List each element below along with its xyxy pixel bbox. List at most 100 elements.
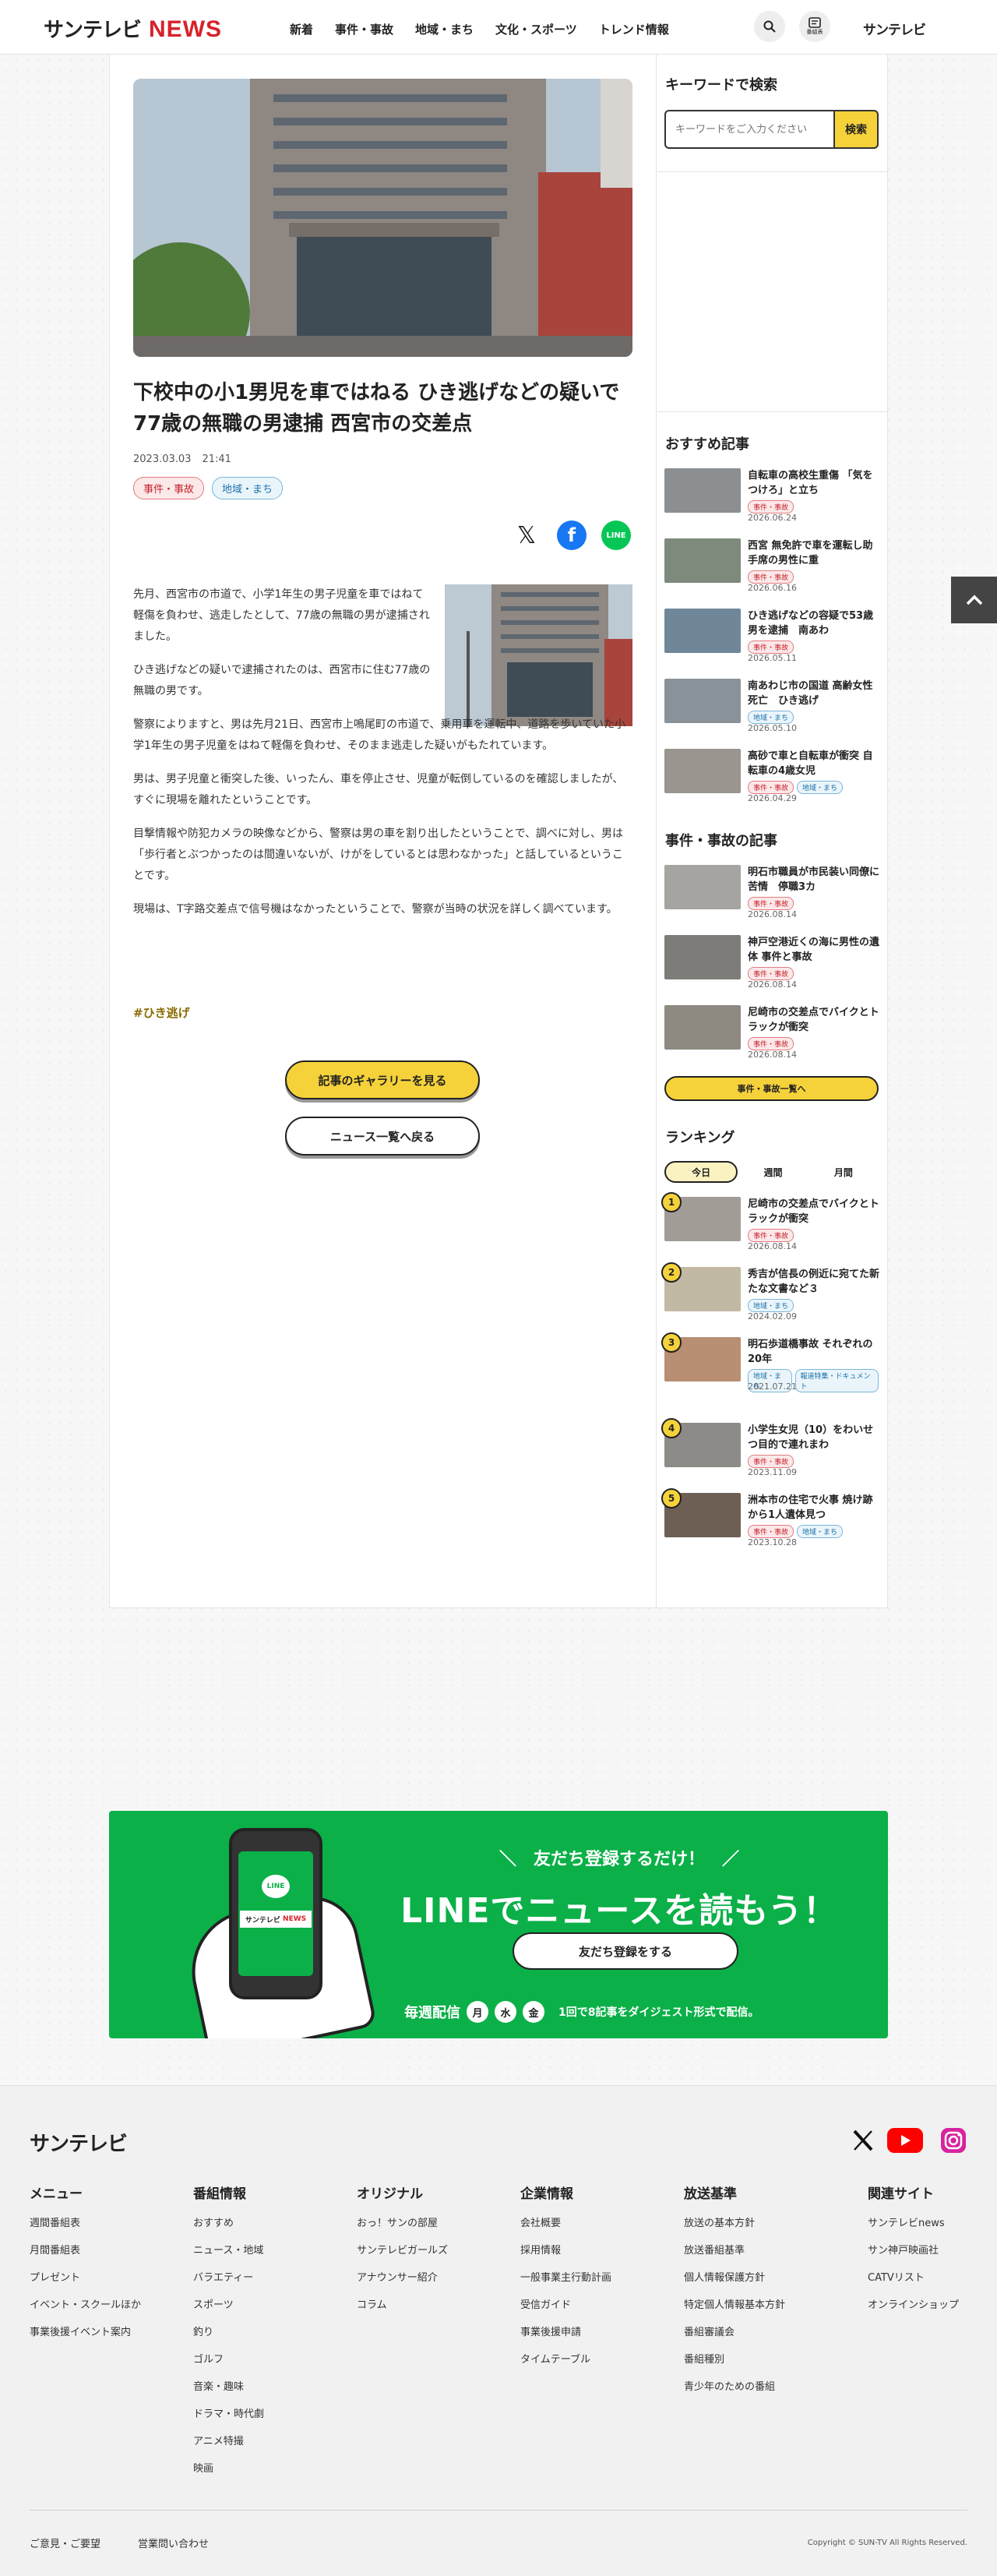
footer-link[interactable]: スポーツ <box>193 2296 349 2314</box>
footer-link[interactable]: おすすめ <box>193 2214 349 2232</box>
footer-link[interactable]: 一般事業主行動計画 <box>520 2269 676 2287</box>
footer-link[interactable]: サン神戸映画社 <box>868 2242 985 2260</box>
item-title: 秀吉が信長の例近に宛てた新たな文書など３ <box>748 1269 880 1295</box>
footer-link[interactable]: 映画 <box>193 2460 349 2478</box>
item-tag: 地域・まち <box>797 1525 844 1538</box>
recommended-item[interactable]: 自転車の高校生重傷 「気をつけろ」と立ち 事件・事故 2026.06.24 <box>664 468 879 531</box>
footer-link[interactable]: プレゼント <box>30 2269 185 2287</box>
share-x-button[interactable]: 𝕏 <box>512 520 541 550</box>
gallery-button[interactable]: 記事のギャラリーを見る <box>285 1060 480 1099</box>
tag-crime[interactable]: 事件・事故 <box>133 477 205 499</box>
tab-weekly[interactable]: 週間 <box>738 1161 808 1183</box>
footer-link[interactable]: ドラマ・時代劇 <box>193 2405 349 2423</box>
footer-column-programs: 番組情報 おすすめ ニュース・地域 バラエティー スポーツ 釣り ゴルフ 音楽・… <box>193 2183 349 2487</box>
item-tag: 事件・事故 <box>748 781 794 794</box>
ranking-item[interactable]: 3 明石歩道橋事故 それぞれの20年 地域・まち 報道特集・ドキュメント 2021… <box>661 1332 879 1399</box>
scroll-to-top-button[interactable] <box>951 577 997 623</box>
ranking-item[interactable]: 5 洲本市の住宅で火事 焼け跡から1人遺体見つ 事件・事故 地域・まち 2023.… <box>661 1488 879 1555</box>
footer-link[interactable]: 放送番組基準 <box>684 2242 840 2260</box>
recommended-item[interactable]: 高砂で車と自転車が衝突 自転車の4歳女児 事件・事故 地域・まち 2026.04.… <box>664 749 879 811</box>
footer-instagram-link[interactable] <box>939 2126 967 2154</box>
footer-link[interactable]: サンテレビnews <box>868 2214 985 2232</box>
footer-link[interactable]: ニュース・地域 <box>193 2242 349 2260</box>
footer-column-original: オリジナル おっ！サンの部屋 サンテレビガールズ アナウンサー紹介 コラム <box>357 2183 513 2324</box>
crime-item[interactable]: 神戸空港近くの海に男性の遺体 事件と事故 事件・事故 2026.08.14 <box>664 935 879 997</box>
column-divider <box>656 55 657 1608</box>
footer-link[interactable]: 釣り <box>193 2324 349 2341</box>
nav-crime[interactable]: 事件・事故 <box>335 21 393 37</box>
crime-item[interactable]: 尼崎市の交差点でバイクとトラックが衝突 事件・事故 2026.08.14 <box>664 1005 879 1067</box>
footer-link[interactable]: アナウンサー紹介 <box>357 2269 513 2287</box>
footer-link[interactable]: 受信ガイド <box>520 2296 676 2314</box>
footer-link[interactable]: 放送の基本方針 <box>684 2214 840 2232</box>
recommended-item[interactable]: 南あわじ市の国道 高齢女性死亡 ひき逃げ 地域・まち 2026.05.10 <box>664 679 879 741</box>
hashtag-link[interactable]: #ひき逃げ <box>133 1004 190 1021</box>
footer-link[interactable]: 週間番組表 <box>30 2214 185 2232</box>
footer-logo[interactable]: サンテレビ <box>30 2128 128 2157</box>
footer-link[interactable]: 会社概要 <box>520 2214 676 2232</box>
tv-guide-button[interactable]: 番組表 <box>799 11 830 42</box>
footer-link[interactable]: おっ！サンの部屋 <box>357 2214 513 2232</box>
tab-today[interactable]: 今日 <box>664 1161 738 1183</box>
facebook-icon: f <box>567 524 576 546</box>
footer-link[interactable]: 個人情報保護方針 <box>684 2269 840 2287</box>
recommended-item[interactable]: 西宮 無免許で車を運転し助手席の男性に重 事件・事故 2026.06.16 <box>664 538 879 601</box>
nav-area[interactable]: 地域・まち <box>415 21 474 37</box>
share-line-button[interactable]: LINE <box>601 520 631 550</box>
footer-link[interactable]: CATVリスト <box>868 2269 985 2287</box>
nav-trend[interactable]: トレンド情報 <box>599 21 669 37</box>
line-banner[interactable]: LINE サンテレビ NEWS ＼ 友だち登録するだけ！ ／ LINEでニュース… <box>109 1811 888 2038</box>
footer-link[interactable]: アニメ特撮 <box>193 2433 349 2451</box>
sun-tv-logo[interactable]: サンテレビ <box>863 19 926 38</box>
footer-link[interactable]: サンテレビガールズ <box>357 2242 513 2260</box>
ranking-item[interactable]: 2 秀吉が信長の例近に宛てた新たな文書など３ 地域・まち 2024.02.09 <box>661 1262 880 1329</box>
footer-x-link[interactable] <box>849 2126 877 2154</box>
footer-link[interactable]: 事業後援申請 <box>520 2324 676 2341</box>
back-to-list-button[interactable]: ニュース一覧へ戻る <box>285 1117 480 1156</box>
footer-link[interactable]: ゴルフ <box>193 2351 349 2369</box>
footer-heading: オリジナル <box>357 2186 423 2202</box>
crime-item[interactable]: 明石市職員が市民装い同僚に苦情 停職3カ 事件・事故 2026.08.14 <box>664 865 879 927</box>
ranking-item[interactable]: 1 尼崎市の交差点でバイクとトラックが衝突 事件・事故 2026.08.14 <box>661 1192 879 1259</box>
footer-column-company: 企業情報 会社概要 採用情報 一般事業主行動計画 受信ガイド 事業後援申請 タイ… <box>520 2183 676 2378</box>
keyword-search-input[interactable] <box>664 110 833 149</box>
item-title: 明石歩道橋事故 それぞれの20年 <box>748 1339 873 1365</box>
footer-link[interactable]: 青少年のための番組 <box>684 2378 840 2396</box>
site-logo[interactable]: サンテレビ NEWS <box>44 14 222 43</box>
footer-link[interactable]: オンラインショップ <box>868 2296 985 2314</box>
footer-link[interactable]: コラム <box>357 2296 513 2314</box>
footer-link[interactable]: バラエティー <box>193 2269 349 2287</box>
day-badge: 水 <box>495 2001 516 2023</box>
footer-link[interactable]: 事業後援イベント案内 <box>30 2324 185 2341</box>
keyword-search-button[interactable]: 検索 <box>833 110 879 149</box>
paragraph: 警察によりますと、男は先月21日、西宮市上鳴尾町の市道で、乗用車を運転中、道路を… <box>133 718 625 752</box>
article-thumbnail <box>664 865 741 909</box>
item-date: 2026.08.14 <box>748 979 797 990</box>
nav-culture-sports[interactable]: 文化・スポーツ <box>495 21 577 37</box>
item-date: 2026.06.16 <box>748 583 797 593</box>
crime-list-button[interactable]: 事件・事故一覧へ <box>664 1076 879 1101</box>
recommended-item[interactable]: ひき逃げなどの容疑で53歳男を逮捕 南あわ 事件・事故 2026.05.11 <box>664 609 879 671</box>
ranking-item[interactable]: 4 小学生女児（10）をわいせつ目的で連れまわ 事件・事故 2023.11.09 <box>661 1418 879 1485</box>
footer-heading: 関連サイト <box>868 2186 934 2202</box>
footer-link[interactable]: 音楽・趣味 <box>193 2378 349 2396</box>
item-tag: 事件・事故 <box>748 897 794 910</box>
footer-link[interactable]: イベント・スクールほか <box>30 2296 185 2314</box>
footer-link[interactable]: タイムテーブル <box>520 2351 676 2369</box>
footer-link[interactable]: 月間番組表 <box>30 2242 185 2260</box>
tab-monthly[interactable]: 月間 <box>809 1161 879 1183</box>
line-register-button[interactable]: 友だち登録をする <box>513 1932 738 1970</box>
footer-link[interactable]: 番組種別 <box>684 2351 840 2369</box>
footer-link[interactable]: 番組審議会 <box>684 2324 840 2341</box>
tag-area[interactable]: 地域・まち <box>212 477 284 499</box>
footer-youtube-link[interactable] <box>886 2126 924 2154</box>
search-button[interactable] <box>754 11 785 42</box>
item-title: 高砂で車と自転車が衝突 自転車の4歳女児 <box>748 750 873 777</box>
footer-link[interactable]: 採用情報 <box>520 2242 676 2260</box>
sales-inquiry-link[interactable]: 営業問い合わせ <box>138 2535 209 2550</box>
share-facebook-button[interactable]: f <box>557 520 587 550</box>
nav-new[interactable]: 新着 <box>290 21 313 37</box>
feedback-link[interactable]: ご意見・ご要望 <box>30 2535 100 2550</box>
day-badge: 金 <box>523 2001 544 2023</box>
footer-link[interactable]: 特定個人情報基本方針 <box>684 2296 840 2314</box>
